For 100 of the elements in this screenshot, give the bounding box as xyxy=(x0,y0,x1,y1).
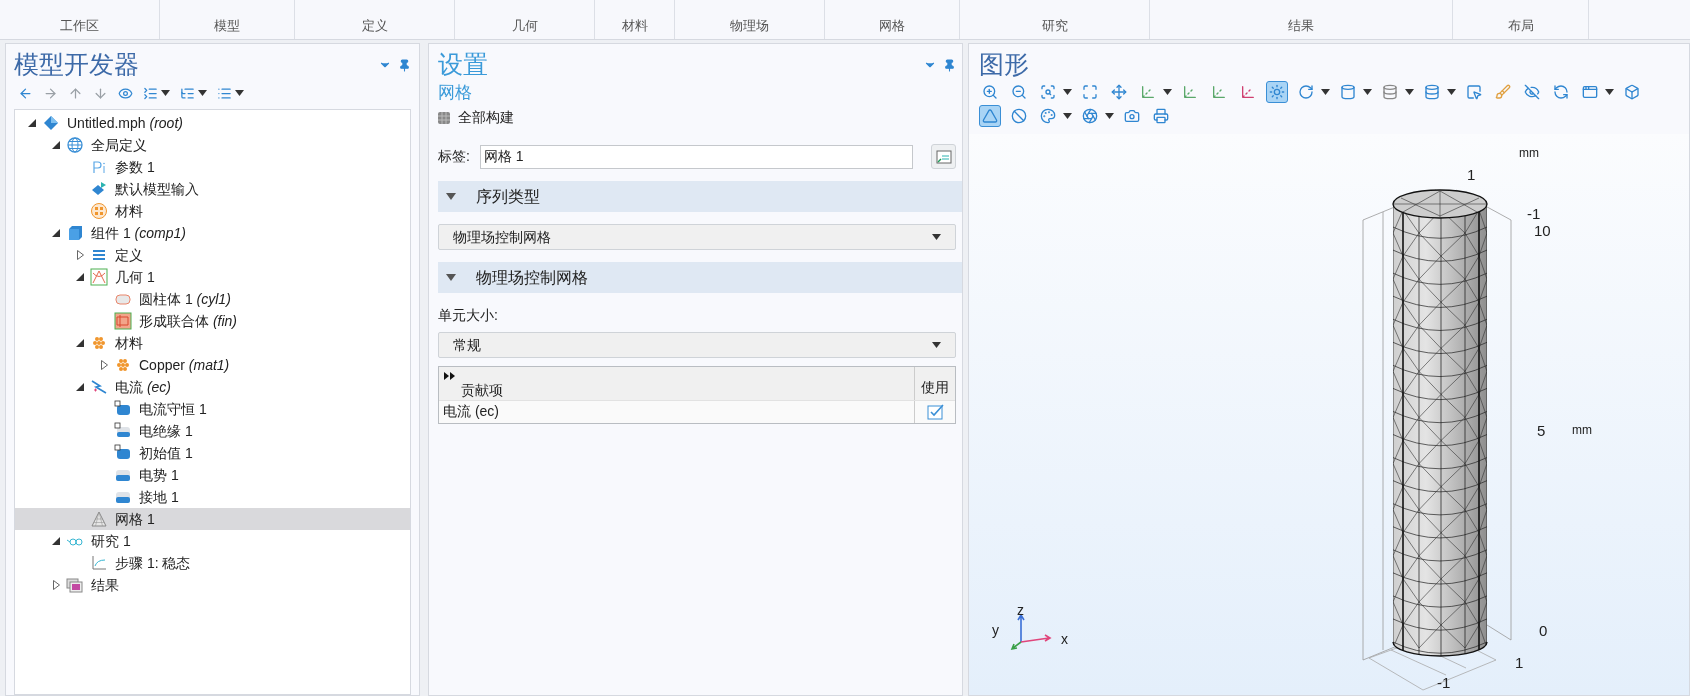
caret-icon[interactable] xyxy=(235,90,244,96)
caret-icon[interactable] xyxy=(1447,89,1456,95)
tree-item[interactable]: 材料 xyxy=(15,200,410,222)
tree-item[interactable]: Copper (mat1) xyxy=(15,354,410,376)
list-down-icon[interactable] xyxy=(180,85,195,101)
tree-item[interactable]: 默认模型输入 xyxy=(15,178,410,200)
axis-label: 1 xyxy=(1515,653,1524,673)
caret-icon[interactable] xyxy=(198,90,207,96)
pin-icon[interactable] xyxy=(943,58,956,72)
zoom-box-icon xyxy=(1040,84,1056,100)
tree-item[interactable]: 初始值 1 xyxy=(15,442,410,464)
node-title: 网格 xyxy=(438,82,473,104)
axis-label: -1 xyxy=(1437,673,1451,693)
tree-item[interactable]: 步骤 1: 稳态 xyxy=(15,552,410,574)
caret-icon[interactable] xyxy=(1063,113,1072,119)
table-cell-text: 电流 (ec) xyxy=(442,402,500,421)
cube-icon xyxy=(1624,84,1640,100)
axis-view-icon xyxy=(1182,84,1198,100)
list-up-icon[interactable] xyxy=(143,85,158,101)
caret-icon[interactable] xyxy=(1363,89,1372,95)
geometry-icon xyxy=(90,268,108,286)
dropdown[interactable]: 物理场控制网格 xyxy=(438,224,956,250)
material-icon xyxy=(114,356,132,374)
note-button[interactable] xyxy=(931,144,956,169)
label-input[interactable]: 网格 1 xyxy=(479,144,913,169)
axis-label: mm xyxy=(1572,422,1592,439)
axis-label: -1 xyxy=(1527,204,1541,224)
column-header[interactable]: 贡献项 xyxy=(439,367,914,400)
tree-item[interactable]: 定义 xyxy=(15,244,410,266)
tree-item[interactable]: 接地 1 xyxy=(15,486,410,508)
expanded-arrow-icon[interactable] xyxy=(76,273,84,281)
axis-name: z xyxy=(1017,601,1024,620)
eye-icon[interactable] xyxy=(118,85,133,101)
pin-icon[interactable] xyxy=(398,58,411,72)
reset-icon xyxy=(1553,84,1569,100)
panel-title: 设置 xyxy=(438,49,488,80)
expanded-arrow-icon[interactable] xyxy=(52,141,60,149)
list-icon[interactable] xyxy=(217,85,232,101)
section-header[interactable]: 序列类型 xyxy=(438,181,962,212)
axis-name: x xyxy=(1061,630,1068,649)
collapsed-arrow-icon[interactable] xyxy=(76,250,84,260)
ribbon-group-label: 几何 xyxy=(511,16,538,35)
ribbon-group-label: 物理场 xyxy=(730,16,769,35)
no-entry-icon xyxy=(1011,108,1027,124)
tree-item[interactable]: Untitled.mph (root) xyxy=(15,112,410,134)
tree-item[interactable]: 电势 1 xyxy=(15,464,410,486)
tree-item[interactable]: 全局定义 xyxy=(15,134,410,156)
expanded-arrow-icon[interactable] xyxy=(76,339,84,347)
caret-icon[interactable] xyxy=(1605,89,1614,95)
toolbar-button[interactable] xyxy=(1266,81,1288,103)
printer-icon xyxy=(1153,108,1169,124)
tree-item[interactable]: 形成联合体 (fin) xyxy=(15,310,410,332)
union-icon xyxy=(114,312,132,330)
collapsed-arrow-icon[interactable] xyxy=(100,360,108,370)
tree-item[interactable]: 圆柱体 1 (cyl1) xyxy=(15,288,410,310)
dropdown-caret-icon[interactable] xyxy=(932,234,941,240)
caret-icon[interactable] xyxy=(161,90,170,96)
cube-icon xyxy=(66,224,84,242)
tree-item[interactable]: 电流守恒 1 xyxy=(15,398,410,420)
camera-icon xyxy=(1124,108,1140,124)
globe-icon xyxy=(66,136,84,154)
checkbox[interactable] xyxy=(926,403,944,421)
caret-icon[interactable] xyxy=(1405,89,1414,95)
caret-icon[interactable] xyxy=(1105,113,1114,119)
tree-item[interactable]: 参数 1 xyxy=(15,156,410,178)
expanded-arrow-icon[interactable] xyxy=(76,383,84,391)
axis-view-icon xyxy=(1240,84,1256,100)
tree-item[interactable]: 电流 (ec) xyxy=(15,376,410,398)
zoom-in-icon xyxy=(982,84,998,100)
rotate-icon xyxy=(1298,84,1314,100)
axis-label: 10 xyxy=(1534,221,1551,241)
material-icon xyxy=(90,334,108,352)
boundary-icon xyxy=(114,422,132,440)
tree-item[interactable]: 网格 1 xyxy=(15,508,410,530)
tree-item[interactable]: 电绝缘 1 xyxy=(15,420,410,442)
expanded-arrow-icon[interactable] xyxy=(52,537,60,545)
dropdown[interactable]: 常规 xyxy=(438,332,956,358)
toolbar-button[interactable] xyxy=(979,105,1001,127)
triangle-icon xyxy=(982,108,998,124)
tree-item[interactable]: 几何 1 xyxy=(15,266,410,288)
tree-item[interactable]: 组件 1 (comp1) xyxy=(15,222,410,244)
double-triangle-icon[interactable] xyxy=(444,372,455,380)
grid-icon xyxy=(438,111,450,124)
axes-icon xyxy=(1140,84,1156,100)
expanded-arrow-icon[interactable] xyxy=(52,229,60,237)
tree-item[interactable]: 研究 1 xyxy=(15,530,410,552)
section-header[interactable]: 物理场控制网格 xyxy=(438,262,962,293)
cube-arrow-icon xyxy=(90,180,108,198)
expanded-arrow-icon[interactable] xyxy=(28,119,36,127)
tree-item[interactable]: 结果 xyxy=(15,574,410,596)
ribbon-group-label: 结果 xyxy=(1288,16,1314,35)
caret-icon[interactable] xyxy=(1063,89,1072,95)
collapsed-arrow-icon[interactable] xyxy=(52,580,60,590)
caret-icon[interactable] xyxy=(1163,89,1172,95)
dropdown-caret-icon[interactable] xyxy=(932,342,941,348)
caret-icon[interactable] xyxy=(1321,89,1330,95)
build-all-button[interactable]: 全部构建 xyxy=(438,107,514,128)
column-header[interactable]: 使用 xyxy=(914,367,955,400)
panel-title: 模型开发器 xyxy=(14,49,139,80)
tree-item[interactable]: 材料 xyxy=(15,332,410,354)
